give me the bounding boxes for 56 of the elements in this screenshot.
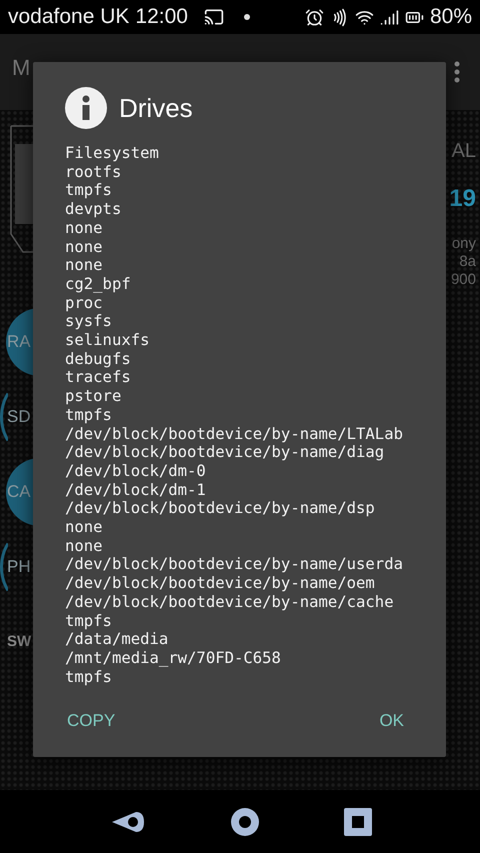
- tile-label: RA: [7, 332, 31, 352]
- more-options-icon[interactable]: [454, 61, 460, 83]
- filesystem-line: Filesystem: [65, 144, 159, 163]
- detail-text: 8a: [459, 253, 476, 270]
- filesystem-line: /dev/block/bootdevice/by-name/cache: [65, 592, 394, 612]
- filesystem-line: proc: [65, 294, 103, 312]
- recents-icon[interactable]: [344, 808, 372, 836]
- cast-icon: [204, 7, 224, 27]
- filesystem-line: /dev/block/bootdevice/by-name/dsp: [65, 499, 375, 518]
- dialog-title: Drives: [119, 92, 193, 124]
- alarm-icon: [304, 8, 324, 26]
- filesystem-line: /mnt/media_rw/70FD-C658: [65, 648, 281, 668]
- detail-text: 900: [450, 271, 476, 288]
- filesystem-line: sysfs: [65, 312, 112, 332]
- filesystem-line: /dev/block/dm-1: [65, 480, 206, 500]
- filesystem-line: debugfs: [65, 350, 131, 368]
- filesystem-line: rootfs: [65, 162, 122, 182]
- filesystem-line: none: [65, 518, 103, 537]
- clock-time: 12:00: [135, 5, 188, 29]
- filesystem-line: none: [65, 256, 103, 275]
- filesystem-line: devpts: [65, 200, 122, 219]
- tile-label: PH: [7, 556, 31, 576]
- filesystem-line: /dev/block/bootdevice/by-name/LTALab: [65, 424, 403, 444]
- filesystem-line: tracefs: [65, 368, 131, 388]
- arc-icon: [0, 542, 8, 592]
- tile-label: CA: [7, 482, 31, 502]
- filesystem-line: none: [65, 536, 103, 556]
- filesystem-line: selinuxfs: [65, 331, 150, 350]
- filesystem-line: /data/media: [65, 630, 168, 649]
- filesystem-line: tmpfs: [65, 668, 112, 686]
- filesystem-line: none: [65, 218, 103, 238]
- filesystem-line: /dev/block/dm-0: [65, 462, 206, 481]
- value-text: 19: [449, 185, 476, 213]
- filesystem-line: /dev/block/bootdevice/by-name/userda: [65, 555, 403, 574]
- battery-percentage: 80%: [430, 5, 472, 29]
- home-icon[interactable]: [230, 806, 260, 836]
- filesystem-line: tmpfs: [65, 406, 112, 425]
- ok-button[interactable]: OK: [377, 703, 406, 739]
- tile-label: SW: [7, 633, 32, 650]
- filesystem-line: pstore: [65, 387, 122, 406]
- info-icon: [65, 87, 107, 129]
- filesystem-line: tmpfs: [65, 181, 112, 200]
- copy-button[interactable]: COPY: [65, 703, 118, 739]
- filesystem-line: none: [65, 238, 103, 256]
- app-title: M: [12, 55, 30, 81]
- tile-label: SD: [7, 406, 31, 426]
- arc-icon: [0, 392, 8, 442]
- signal-icon: [380, 8, 399, 26]
- filesystem-line: /dev/block/bootdevice/by-name/diag: [65, 443, 384, 462]
- filesystem-line: cg2_bpf: [65, 274, 131, 294]
- filesystem-line: /dev/block/bootdevice/by-name/oem: [65, 574, 375, 593]
- carrier-name: vodafone UK: [8, 5, 130, 29]
- detail-text: ony: [452, 235, 476, 252]
- header-label: AL: [452, 140, 476, 163]
- dot-icon: [244, 14, 250, 20]
- filesystem-line: tmpfs: [65, 612, 112, 630]
